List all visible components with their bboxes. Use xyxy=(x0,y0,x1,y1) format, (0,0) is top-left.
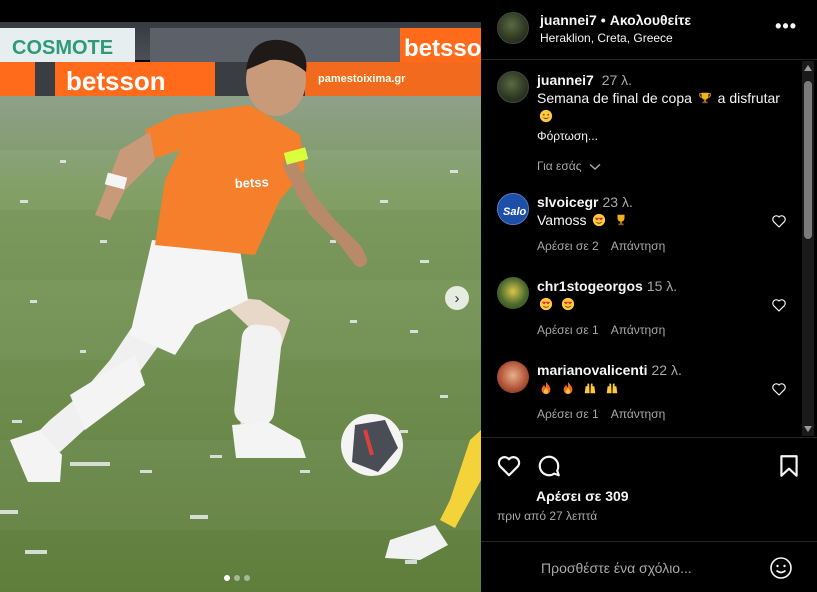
comment-input[interactable] xyxy=(541,558,761,578)
for-you-label: Για εσάς xyxy=(537,159,582,173)
author-username[interactable]: juannei7 xyxy=(540,12,597,28)
chevron-down-icon xyxy=(589,163,601,170)
trophy-icon xyxy=(617,214,625,226)
comment-likes[interactable]: Αρέσει σε 1 xyxy=(537,407,599,421)
comment-likes[interactable]: Αρέσει σε 1 xyxy=(537,323,599,337)
smile-emoji-icon xyxy=(539,109,553,123)
author-avatar[interactable] xyxy=(497,12,529,44)
caption-avatar[interactable] xyxy=(497,71,529,103)
scroll-up-arrow-icon[interactable] xyxy=(804,65,812,71)
raised-hands-emoji-icon xyxy=(584,383,596,394)
comment-item: chr1stogeorgos 15 λ. Αρέσει σε 1 Απάντηση xyxy=(497,277,787,347)
comment-username[interactable]: marianovalicenti xyxy=(537,362,648,378)
post-location[interactable]: Heraklion, Creta, Greece xyxy=(540,31,673,45)
translation-loading: Φόρτωση... xyxy=(537,129,598,143)
fire-emoji-icon xyxy=(563,381,573,395)
comment-time[interactable]: 22 λ. xyxy=(652,362,682,378)
comment-likes[interactable]: Αρέσει σε 2 xyxy=(537,239,599,253)
post-header: juannei7 • Ακολουθείτε Heraklion, Creta, G… xyxy=(481,0,817,60)
post-timestamp[interactable]: πριν από 27 λεπτά xyxy=(497,509,597,523)
carousel-dot xyxy=(234,575,240,581)
fire-emoji-icon xyxy=(541,381,551,395)
heart-eyes-emoji-icon xyxy=(539,297,553,311)
add-comment-bar xyxy=(481,541,817,592)
comment-time[interactable]: 15 λ. xyxy=(647,278,677,294)
ad-betsson-top: betsson xyxy=(404,35,481,62)
reply-button[interactable]: Απάντηση xyxy=(611,239,666,253)
heart-eyes-emoji-icon xyxy=(561,297,575,311)
for-you-toggle[interactable]: Για εσάς xyxy=(537,159,601,173)
comment-item: marianovalicenti 22 λ. Αρέσει σε 1 Απάντησ… xyxy=(497,361,787,431)
comment-item: Salo slvoicegr 23 λ. Vamoss Αρέσει σε 2 Απ… xyxy=(497,193,787,263)
comment-bubble-icon[interactable] xyxy=(536,453,562,479)
ad-pamestoixima: pamestoixima.gr xyxy=(318,73,406,85)
separator-dot: • xyxy=(600,12,606,28)
like-comment-heart-icon[interactable] xyxy=(771,297,787,313)
like-comment-heart-icon[interactable] xyxy=(771,213,787,229)
following-button[interactable]: Ακολουθείτε xyxy=(610,12,691,28)
carousel-dot xyxy=(224,575,230,581)
ad-betsson-bottom: betsson xyxy=(66,66,166,96)
likes-count[interactable]: Αρέσει σε 309 xyxy=(536,488,629,504)
caption-username[interactable]: juannei7 xyxy=(537,72,594,88)
scrollbar-thumb[interactable] xyxy=(804,81,812,239)
comment-avatar[interactable]: Salo xyxy=(497,193,529,225)
next-photo-button[interactable]: › xyxy=(445,286,469,310)
comments-scrollbar[interactable] xyxy=(802,61,814,436)
emoji-picker-icon[interactable] xyxy=(769,556,793,580)
ad-cosmote: COSMOTE xyxy=(12,37,113,59)
post-actions: Αρέσει σε 309 πριν από 27 λεπτά xyxy=(481,437,817,540)
comment-text xyxy=(537,379,747,397)
scroll-down-arrow-icon[interactable] xyxy=(804,426,812,432)
comment-text: Vamoss xyxy=(537,211,747,229)
reply-button[interactable]: Απάντηση xyxy=(611,323,666,337)
comment-avatar[interactable] xyxy=(497,361,529,393)
comments-list[interactable]: juannei7 27 λ. Semana de final de copa a… xyxy=(481,61,817,436)
reply-button[interactable]: Απάντηση xyxy=(611,407,666,421)
caption-time[interactable]: 27 λ. xyxy=(602,72,632,88)
comment-username[interactable]: chr1stogeorgos xyxy=(537,278,643,294)
carousel-indicator xyxy=(224,575,250,581)
raised-hands-emoji-icon xyxy=(606,383,617,394)
post-side-panel: juannei7 • Ακολουθείτε Heraklion, Creta, G… xyxy=(481,0,817,592)
svg-text:betss: betss xyxy=(234,174,269,191)
comment-avatar[interactable] xyxy=(497,277,529,309)
trophy-icon xyxy=(699,92,711,104)
like-comment-heart-icon[interactable] xyxy=(771,381,787,397)
svg-text:Salo: Salo xyxy=(503,206,527,218)
caption-text: Semana de final de copa a disfrutar xyxy=(537,89,787,125)
save-bookmark-icon[interactable] xyxy=(776,453,802,479)
comment-username[interactable]: slvoicegr xyxy=(537,194,598,210)
more-options-icon[interactable]: ••• xyxy=(775,16,797,37)
comment-text xyxy=(537,295,747,313)
photo-image: COSMOTE betsson betsson pamestoixima.gr xyxy=(0,0,481,592)
heart-eyes-emoji-icon xyxy=(593,213,606,227)
like-heart-icon[interactable] xyxy=(496,453,522,479)
carousel-dot xyxy=(244,575,250,581)
post-photo[interactable]: COSMOTE betsson betsson pamestoixima.gr xyxy=(0,0,481,592)
comment-time[interactable]: 23 λ. xyxy=(602,194,632,210)
